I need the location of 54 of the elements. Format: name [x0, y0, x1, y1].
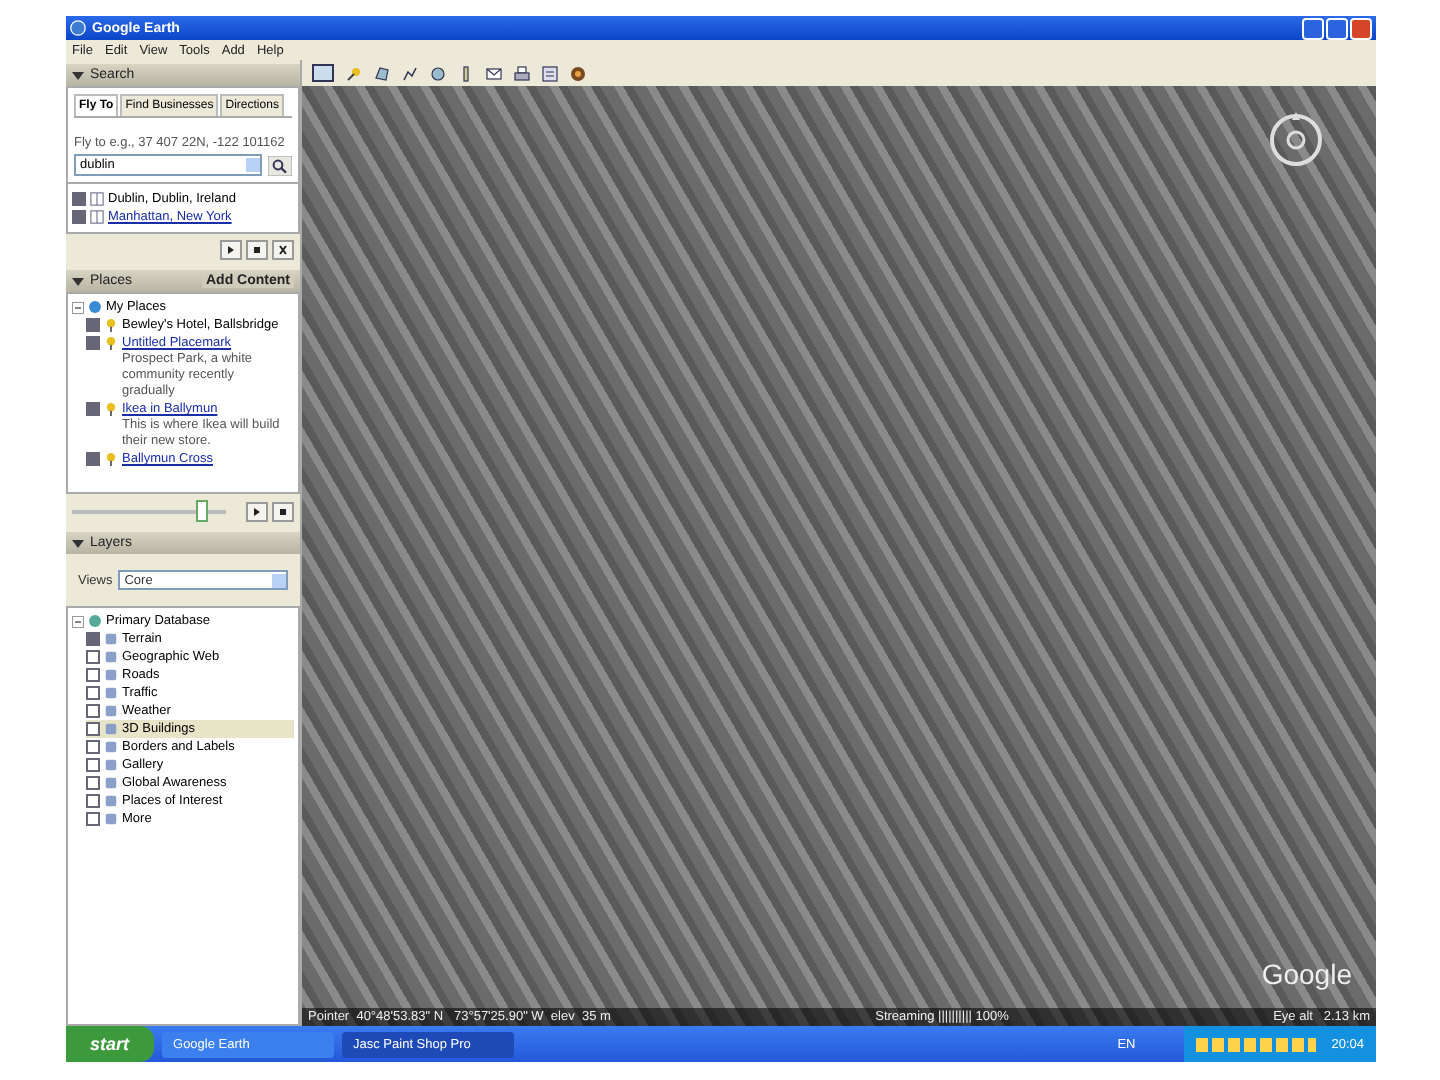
checkbox[interactable] [86, 704, 100, 718]
pushpin-icon [104, 402, 118, 416]
slider-thumb[interactable] [196, 500, 209, 522]
minimize-button[interactable] [1302, 17, 1324, 39]
stop-button[interactable] [272, 501, 294, 521]
google-logo: Google [1261, 958, 1352, 990]
checkbox[interactable] [86, 650, 100, 664]
compass-icon[interactable] [1266, 110, 1326, 170]
checkbox[interactable] [86, 318, 100, 332]
play-button[interactable] [246, 501, 268, 521]
pushpin-icon[interactable] [346, 65, 362, 81]
checkbox[interactable] [86, 686, 100, 700]
stop-button[interactable] [246, 240, 268, 260]
search-icon[interactable] [268, 155, 292, 175]
play-button[interactable] [220, 240, 242, 260]
polygon-icon[interactable] [374, 65, 390, 81]
collapse-arrow-icon[interactable] [72, 69, 84, 81]
pushpin-icon [104, 452, 118, 466]
checkbox[interactable] [86, 668, 100, 682]
checkbox[interactable] [86, 722, 100, 736]
checkbox[interactable] [86, 452, 100, 466]
pushpin-icon [104, 318, 118, 332]
checkbox[interactable] [86, 740, 100, 754]
close-button[interactable] [272, 240, 294, 260]
checkbox[interactable] [86, 794, 100, 808]
expander-icon[interactable] [72, 615, 84, 627]
earth-icon[interactable] [570, 65, 586, 81]
collapse-arrow-icon[interactable] [72, 275, 84, 287]
email-icon[interactable] [486, 65, 502, 81]
grid-icon [90, 192, 104, 206]
globe-icon [70, 20, 86, 36]
map-icon[interactable] [542, 65, 558, 81]
checkbox[interactable] [72, 210, 86, 224]
overlay-icon[interactable] [430, 65, 446, 81]
checkbox[interactable] [86, 776, 100, 790]
collapse-arrow-icon[interactable] [72, 537, 84, 549]
ruler-icon[interactable] [458, 65, 474, 81]
checkbox[interactable] [86, 758, 100, 772]
pushpin-icon [104, 336, 118, 350]
tour-slider[interactable] [72, 500, 226, 522]
path-icon[interactable] [402, 65, 418, 81]
checkbox[interactable] [72, 192, 86, 206]
expander-icon[interactable] [72, 301, 84, 313]
maximize-button[interactable] [1326, 17, 1348, 39]
print-icon[interactable] [514, 65, 530, 81]
start-button[interactable]: start [66, 1026, 154, 1062]
checkbox[interactable] [86, 336, 100, 350]
globe-icon [88, 300, 102, 314]
sidebar-toggle-icon[interactable] [312, 64, 334, 82]
checkbox[interactable] [86, 632, 100, 646]
grid-icon [90, 210, 104, 224]
checkbox[interactable] [86, 402, 100, 416]
globe-icon [88, 614, 102, 628]
checkbox[interactable] [86, 812, 100, 826]
